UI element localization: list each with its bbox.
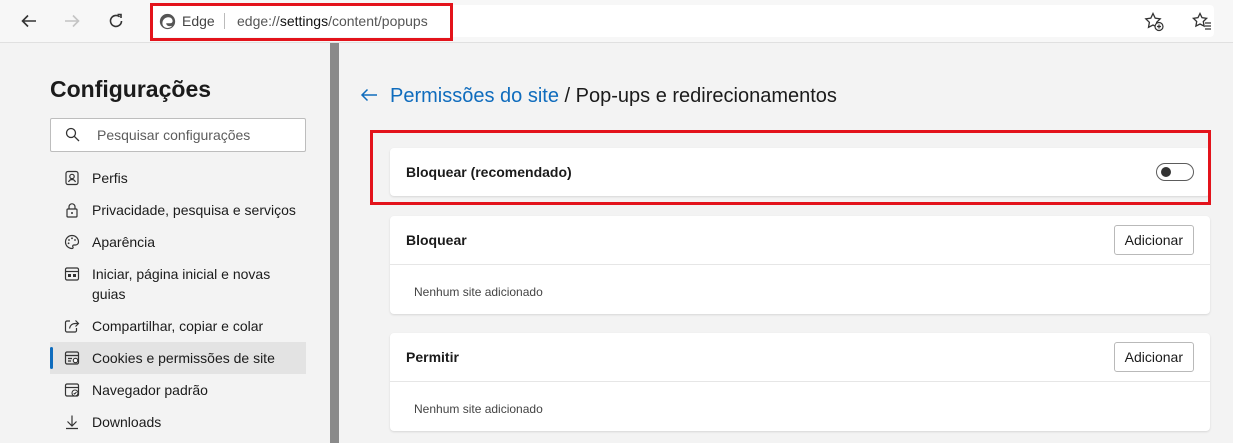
allow-empty-text: Nenhum site adicionado	[414, 402, 543, 416]
browser-toolbar: Edge edge://settings/content/popups	[0, 0, 1233, 43]
settings-main: Permissões do site / Pop-ups e redirecio…	[339, 43, 1233, 443]
add-favorite-icon[interactable]	[1143, 11, 1165, 33]
share-icon	[64, 320, 80, 333]
sidebar-item-label: Compartilhar, copiar e colar	[92, 318, 264, 334]
breadcrumb-link[interactable]: Permissões do site	[390, 85, 559, 107]
address-bar[interactable]: Edge edge://settings/content/popups	[152, 5, 1214, 37]
settings-sidebar: Configurações Perfis Privacidade, pesqui…	[0, 43, 330, 443]
download-icon	[66, 415, 78, 430]
sidebar-item-iniciar[interactable]: Iniciar, página inicial e novas guias	[50, 264, 306, 304]
address-separator	[224, 13, 225, 29]
sidebar-item-navegador-padrao[interactable]: Navegador padrão	[50, 380, 306, 400]
refresh-icon	[109, 13, 123, 28]
page-title: / Pop-ups e redirecionamentos	[558, 85, 837, 107]
favorites-icon[interactable]	[1191, 11, 1213, 33]
refresh-button[interactable]	[101, 6, 131, 36]
block-section-card: Bloquear Adicionar Nenhum site adicionad…	[390, 216, 1210, 314]
sidebar-item-label: Navegador padrão	[92, 382, 208, 398]
block-section-title: Bloquear	[406, 232, 467, 248]
block-toggle-label: Bloquear (recomendado)	[406, 164, 572, 180]
cookies-icon	[64, 351, 80, 365]
settings-search[interactable]	[50, 118, 306, 152]
allow-section-title: Permitir	[406, 349, 459, 365]
breadcrumb: Permissões do site / Pop-ups e redirecio…	[390, 85, 837, 108]
palette-icon	[64, 234, 80, 250]
allow-add-button[interactable]: Adicionar	[1113, 342, 1194, 372]
sidebar-item-privacidade[interactable]: Privacidade, pesquisa e serviços	[50, 200, 306, 220]
block-add-button[interactable]: Adicionar	[1113, 225, 1194, 255]
edge-logo-icon	[159, 13, 176, 30]
sidebar-item-label: Privacidade, pesquisa e serviços	[92, 202, 296, 218]
sidebar-title: Configurações	[50, 76, 212, 102]
sidebar-item-perfis[interactable]: Perfis	[50, 168, 306, 188]
sidebar-item-label: Iniciar, página inicial e novas guias	[92, 266, 271, 302]
url-prefix: edge://	[237, 13, 280, 29]
search-input[interactable]	[95, 124, 299, 146]
lock-icon	[66, 203, 78, 218]
sidebar-item-label: Perfis	[92, 170, 128, 186]
profile-icon	[65, 170, 79, 186]
address-brand-label: Edge	[182, 13, 215, 29]
sidebar-item-cookies[interactable]: Cookies e permissões de site	[50, 342, 306, 374]
sidebar-scrollbar[interactable]	[330, 43, 339, 443]
search-icon	[65, 127, 80, 142]
home-tabs-icon	[64, 267, 80, 281]
sidebar-item-downloads[interactable]: Downloads	[50, 412, 306, 432]
block-empty-text: Nenhum site adicionado	[414, 285, 543, 299]
url-text: edge://settings/content/popups	[237, 13, 428, 29]
forward-button[interactable]	[57, 6, 87, 36]
allow-section-card: Permitir Adicionar Nenhum site adicionad…	[390, 333, 1210, 431]
browser-icon	[64, 383, 80, 397]
sidebar-item-label: Aparência	[92, 234, 156, 250]
sidebar-item-aparencia[interactable]: Aparência	[50, 232, 306, 252]
sidebar-item-compartilhar[interactable]: Compartilhar, copiar e colar	[50, 316, 306, 336]
back-arrow-icon[interactable]	[359, 85, 379, 105]
sidebar-item-label: Cookies e permissões de site	[92, 350, 275, 366]
forward-arrow-icon	[65, 14, 80, 28]
sidebar-item-label: Downloads	[92, 414, 162, 430]
back-button[interactable]	[14, 6, 44, 36]
block-toggle-switch[interactable]	[1156, 163, 1194, 181]
toggle-knob	[1161, 167, 1171, 177]
block-toggle-card: Bloquear (recomendado)	[390, 148, 1210, 196]
back-arrow-icon	[21, 14, 36, 28]
url-path: /content/popups	[328, 13, 428, 29]
url-host: settings	[279, 13, 329, 29]
